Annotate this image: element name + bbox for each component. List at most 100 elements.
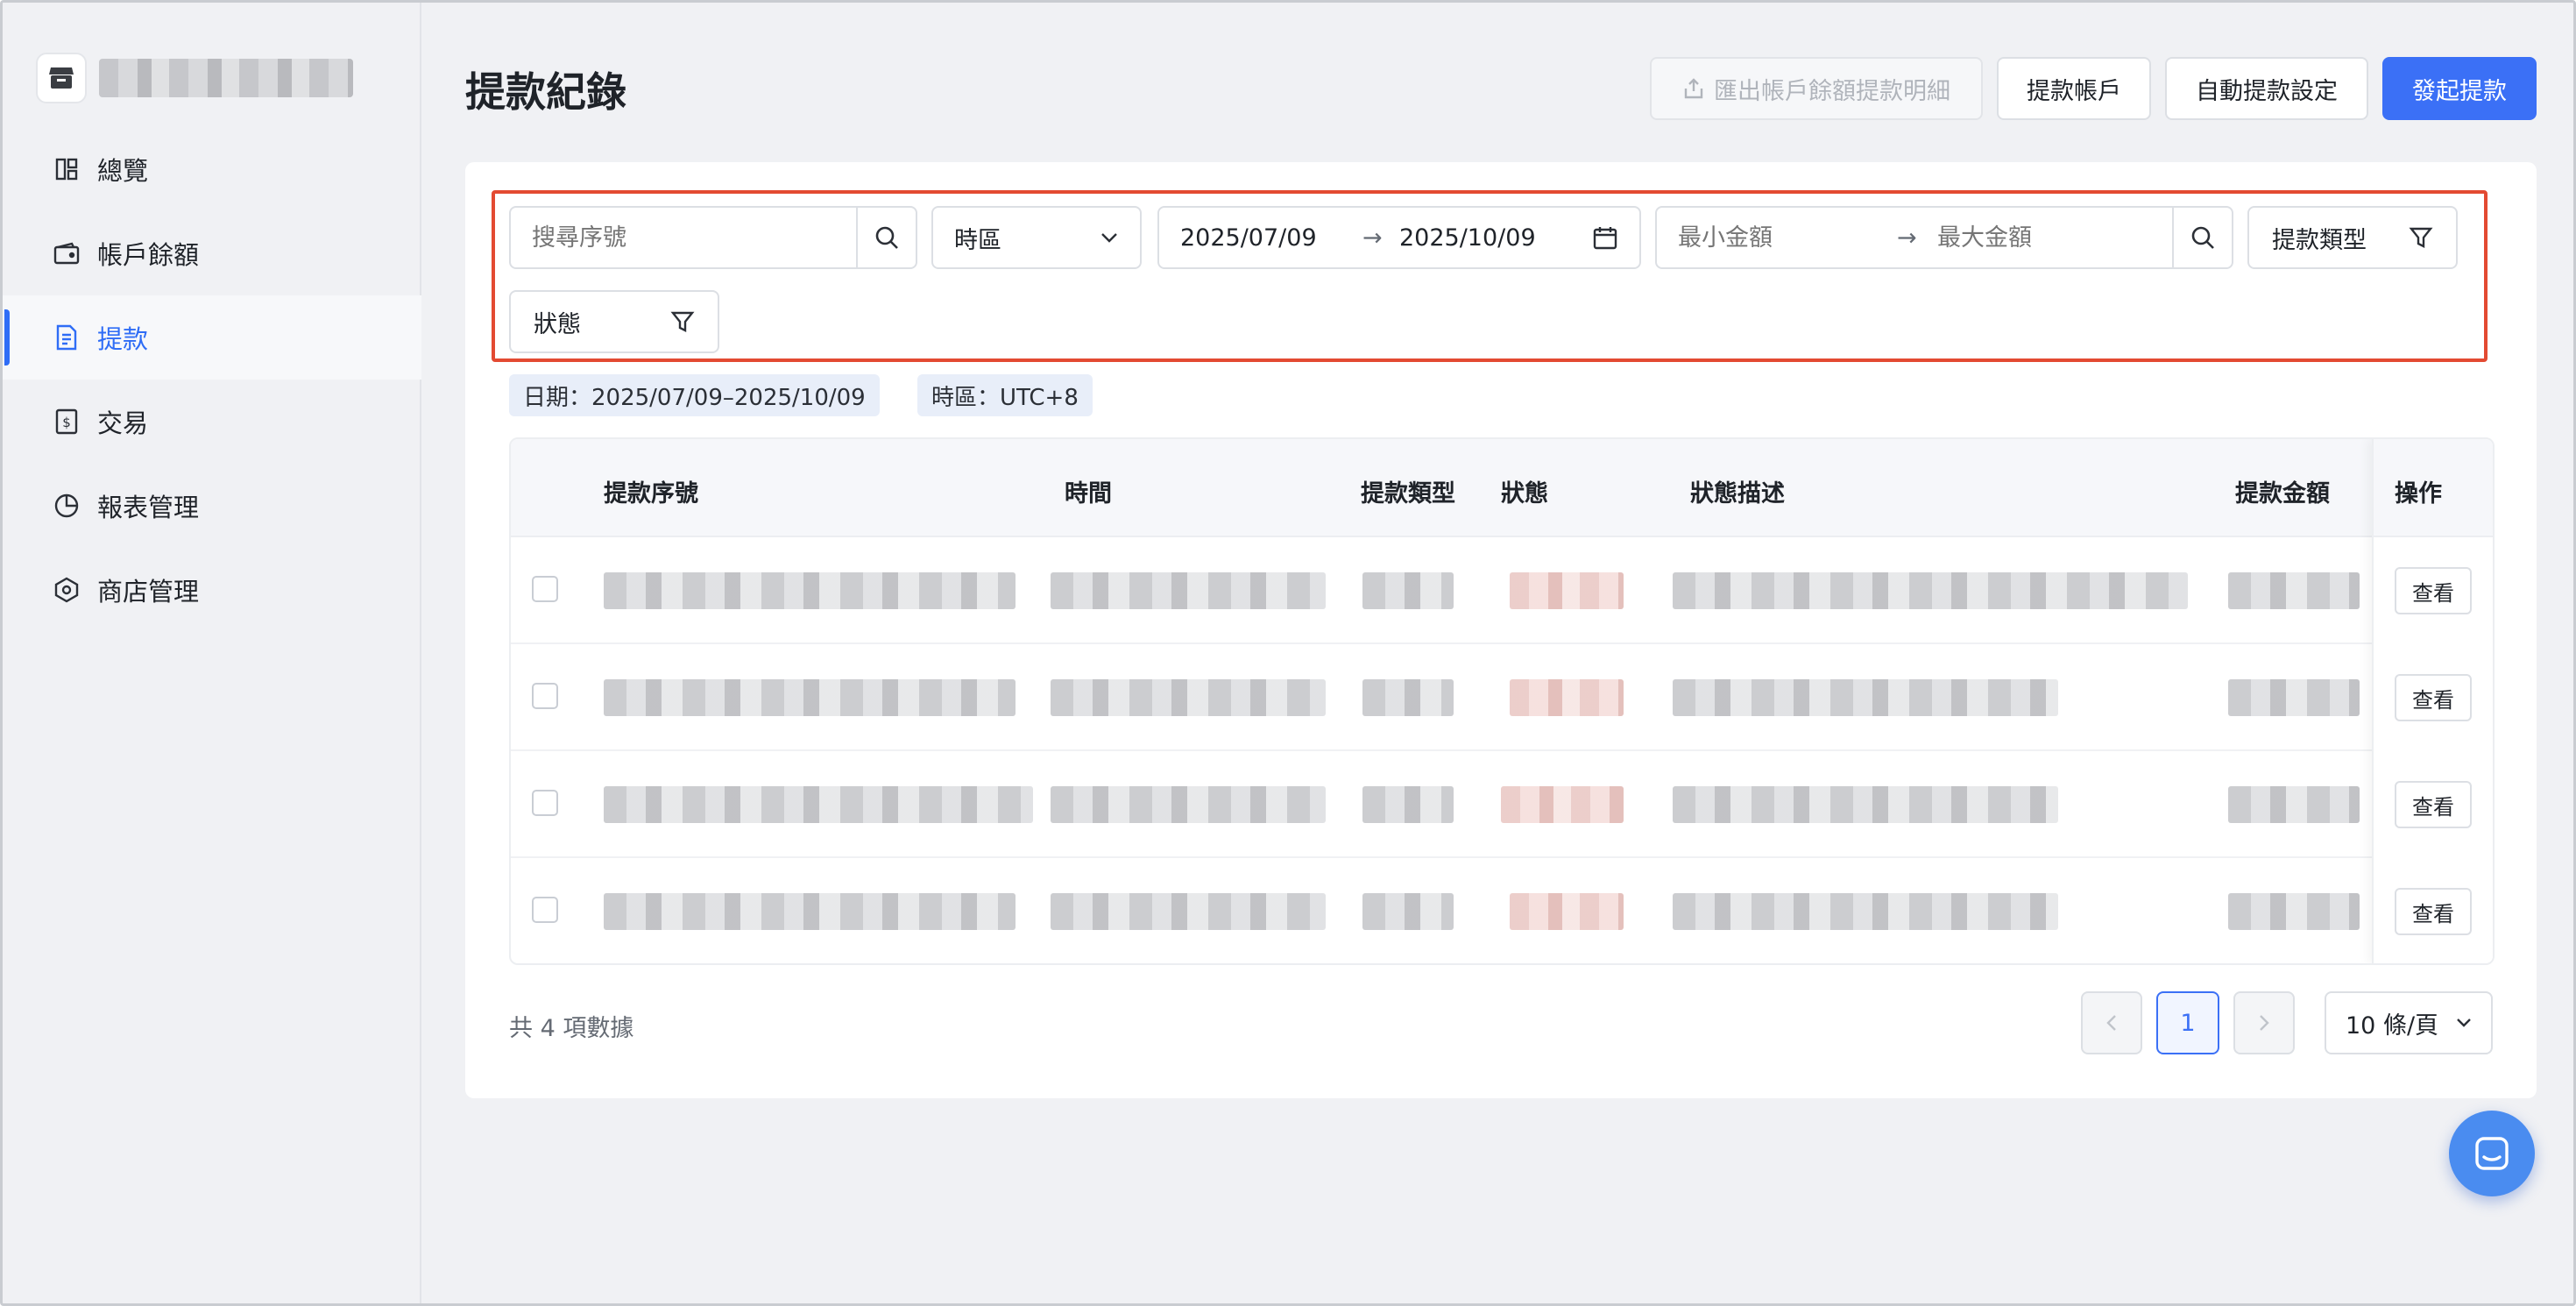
filter-icon <box>2409 227 2433 248</box>
serial-search-input[interactable] <box>532 224 847 252</box>
row-checkbox[interactable] <box>532 790 558 816</box>
range-arrow: → <box>1362 224 1383 252</box>
date-start[interactable]: 2025/07/09 <box>1180 224 1317 252</box>
redacted-amount <box>2228 572 2360 609</box>
withdraw-type-filter[interactable]: 提款類型 <box>2247 206 2458 269</box>
sidebar-item-label: 商店管理 <box>97 577 200 607</box>
table-row[interactable] <box>511 644 2493 751</box>
total-count: 共 4 項數據 <box>509 1015 634 1042</box>
row-checkbox[interactable] <box>532 897 558 923</box>
redacted-status <box>1510 893 1624 930</box>
search-icon <box>2191 226 2214 249</box>
chevron-down-icon <box>2457 1019 2471 1027</box>
range-arrow: → <box>1897 224 1917 252</box>
redacted-status-desc <box>1673 572 2188 609</box>
sidebar-nav: 總覽 帳戶餘額 提款 $ 交易 報表管理 商店管理 <box>3 127 421 632</box>
serial-search-button[interactable] <box>856 208 916 267</box>
sidebar-item-label: 帳戶餘額 <box>97 240 200 270</box>
page-1-button[interactable]: 1 <box>2156 991 2219 1054</box>
view-button[interactable]: 查看 <box>2395 888 2472 935</box>
export-button[interactable]: 匯出帳戶餘額提款明細 <box>1650 57 1983 120</box>
redacted-status <box>1510 679 1624 716</box>
redacted-status <box>1510 572 1624 609</box>
redacted-serial <box>604 893 1016 930</box>
svg-text:$: $ <box>62 415 71 430</box>
redacted-serial <box>604 679 1016 716</box>
sidebar-item-label: 交易 <box>97 408 149 438</box>
min-amount-input[interactable] <box>1678 224 1879 252</box>
page-title: 提款紀錄 <box>465 68 626 116</box>
report-icon <box>52 491 81 521</box>
create-withdraw-button[interactable]: 發起提款 <box>2382 57 2537 120</box>
col-status-desc: 狀態描述 <box>1690 480 1785 507</box>
redacted-time <box>1051 786 1326 823</box>
date-end[interactable]: 2025/10/09 <box>1399 224 1536 252</box>
sidebar-item-store[interactable]: 商店管理 <box>3 548 421 632</box>
prev-page-button[interactable] <box>2081 991 2142 1054</box>
timezone-select[interactable]: 時區 <box>931 206 1142 269</box>
view-button[interactable]: 查看 <box>2395 781 2472 828</box>
redacted-status-desc <box>1673 786 2058 823</box>
redacted-amount <box>2228 893 2360 930</box>
col-ops: 操作 <box>2395 480 2442 507</box>
sidebar-item-transactions[interactable]: $ 交易 <box>3 380 421 464</box>
col-type: 提款類型 <box>1361 480 1455 507</box>
redacted-type <box>1362 572 1454 609</box>
withdraw-table: 提款序號 時間 提款類型 狀態 狀態描述 提款金額 操作 查看 查看 查看 查看 <box>509 437 2495 965</box>
transaction-icon: $ <box>52 407 81 437</box>
wallet-icon <box>52 238 81 268</box>
redacted-amount <box>2228 786 2360 823</box>
withdraw-icon <box>52 323 81 352</box>
export-icon <box>1682 77 1705 100</box>
active-timezone-tag: 時區：UTC+8 <box>917 374 1093 416</box>
dashboard-icon <box>52 154 81 184</box>
redacted-serial <box>604 572 1016 609</box>
redacted-status <box>1501 786 1624 823</box>
brand[interactable] <box>36 52 353 104</box>
status-filter[interactable]: 狀態 <box>509 290 719 353</box>
chat-support-button[interactable] <box>2449 1111 2535 1196</box>
row-checkbox[interactable] <box>532 576 558 602</box>
row-checkbox[interactable] <box>532 683 558 709</box>
sidebar-item-reports[interactable]: 報表管理 <box>3 464 421 548</box>
chevron-right-icon <box>2260 1015 2269 1031</box>
sidebar-item-label: 總覽 <box>97 156 149 186</box>
view-button[interactable]: 查看 <box>2395 674 2472 721</box>
table-header: 提款序號 時間 提款類型 狀態 狀態描述 提款金額 <box>511 439 2493 537</box>
redacted-type <box>1362 679 1454 716</box>
sidebar-item-withdraw[interactable]: 提款 <box>3 295 421 380</box>
page-size-select[interactable]: 10 條/頁 <box>2325 991 2493 1054</box>
withdraw-accounts-button[interactable]: 提款帳戶 <box>1997 57 2151 120</box>
amount-search-button[interactable] <box>2172 208 2232 267</box>
col-time: 時間 <box>1065 480 1112 507</box>
redacted-type <box>1362 893 1454 930</box>
col-status: 狀態 <box>1501 480 1548 507</box>
next-page-button[interactable] <box>2233 991 2295 1054</box>
store-name-redacted <box>99 59 353 97</box>
active-date-tag: 日期：2025/07/09–2025/10/09 <box>509 374 880 416</box>
table-row[interactable] <box>511 537 2493 644</box>
store-settings-icon <box>52 575 81 605</box>
auto-withdraw-settings-button[interactable]: 自動提款設定 <box>2165 57 2368 120</box>
redacted-time <box>1051 679 1326 716</box>
table-row[interactable] <box>511 751 2493 858</box>
chevron-down-icon <box>1101 233 1117 243</box>
chat-icon <box>2475 1137 2509 1170</box>
redacted-time <box>1051 572 1326 609</box>
sidebar: 總覽 帳戶餘額 提款 $ 交易 報表管理 商店管理 <box>3 3 421 1303</box>
sidebar-item-label: 提款 <box>97 324 149 354</box>
store-logo-icon <box>36 53 87 103</box>
col-amount: 提款金額 <box>2235 480 2330 507</box>
table-row[interactable] <box>511 858 2493 963</box>
app-window: 總覽 帳戶餘額 提款 $ 交易 報表管理 商店管理 提款紀錄 匯出帳戶餘額提款明… <box>0 0 2576 1306</box>
serial-search <box>509 206 917 269</box>
view-button[interactable]: 查看 <box>2395 567 2472 614</box>
sidebar-item-overview[interactable]: 總覽 <box>3 127 421 211</box>
max-amount-input[interactable] <box>1937 224 2148 252</box>
sidebar-item-label: 報表管理 <box>97 493 200 522</box>
sidebar-item-balance[interactable]: 帳戶餘額 <box>3 211 421 295</box>
redacted-status-desc <box>1673 893 2058 930</box>
col-serial: 提款序號 <box>604 480 698 507</box>
date-range-picker[interactable]: 2025/07/09 → 2025/10/09 <box>1157 206 1641 269</box>
redacted-amount <box>2228 679 2360 716</box>
